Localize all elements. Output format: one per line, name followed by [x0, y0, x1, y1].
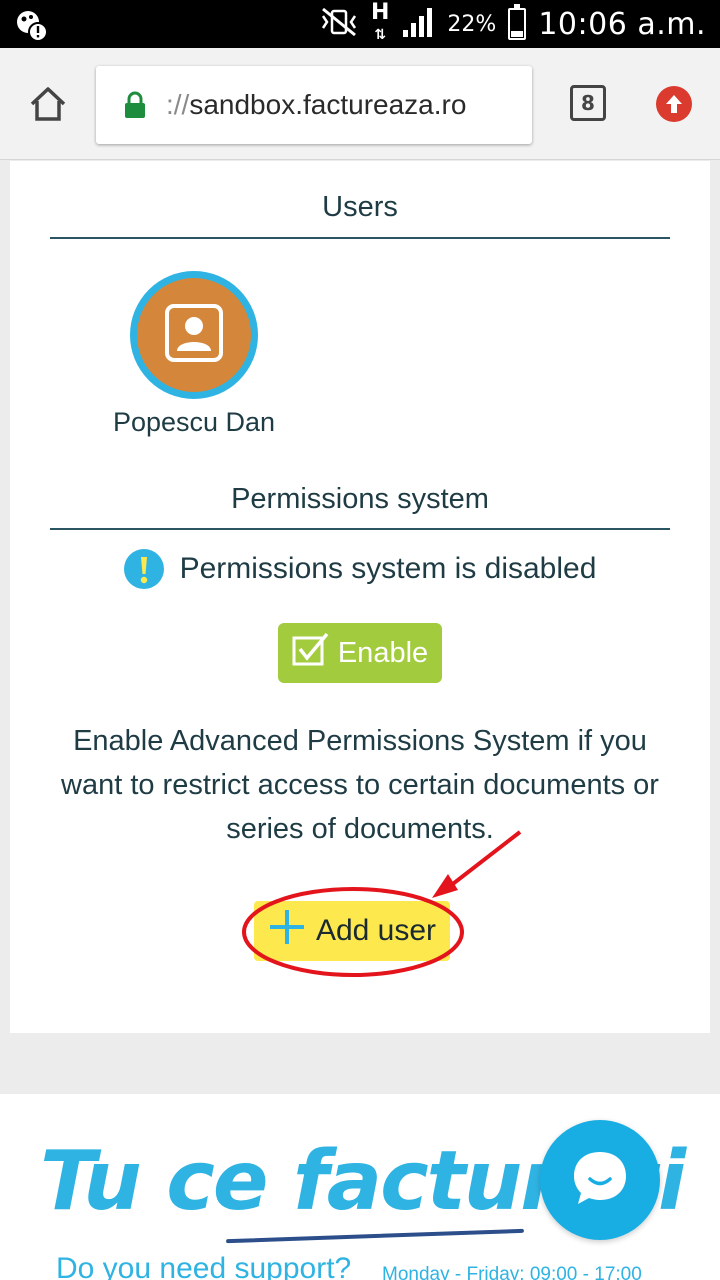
permissions-status-notice: Permissions system is disabled — [50, 549, 670, 589]
battery-percent: 22% — [447, 11, 497, 37]
user-name[interactable]: Popescu Dan — [94, 407, 294, 438]
signal-strength-icon — [401, 6, 435, 42]
permissions-section-title: Permissions system — [231, 483, 489, 515]
url-host: sandbox.factureaza.ro — [189, 89, 467, 120]
permissions-description: Enable Advanced Permissions System if yo… — [61, 725, 659, 845]
plus-icon — [268, 908, 306, 954]
address-bar[interactable]: :// sandbox.factureaza.ro — [96, 66, 532, 144]
permissions-status-text: Permissions system is disabled — [179, 552, 597, 585]
brand-underline — [226, 1228, 524, 1244]
network-type-icon: H ⇅ — [371, 0, 390, 44]
notification-alert-icon — [14, 8, 48, 42]
avatar[interactable] — [130, 271, 258, 399]
update-arrow-icon[interactable] — [656, 86, 692, 122]
url-scheme: :// — [166, 89, 190, 120]
users-section-title: Users — [322, 191, 398, 223]
battery-icon — [508, 4, 527, 40]
checkbox-check-icon — [292, 632, 330, 674]
divider — [50, 237, 670, 239]
home-icon[interactable] — [28, 84, 68, 124]
vibrate-mute-icon — [319, 7, 359, 41]
clock: 10:06 a.m. — [538, 6, 706, 42]
add-user-button[interactable]: Add user — [254, 901, 450, 961]
chat-button[interactable] — [540, 1120, 660, 1240]
support-hours: Monday - Friday: 09:00 - 17:00 — [382, 1264, 642, 1280]
enable-permissions-button[interactable]: Enable — [278, 623, 442, 683]
settings-card: Users Popescu Dan Permissions system Per… — [10, 161, 710, 1033]
exclamation-icon — [123, 549, 164, 589]
support-text[interactable]: Do you need support? — [56, 1252, 351, 1280]
add-user-label: Add user — [315, 914, 437, 947]
status-indicators: H ⇅ 22% 10:06 a.m. — [319, 0, 706, 48]
enable-label: Enable — [337, 636, 429, 669]
chat-bubble-icon — [568, 1146, 632, 1215]
tab-switcher-button[interactable]: 8 — [570, 85, 606, 121]
status-bar: H ⇅ 22% 10:06 a.m. — [0, 0, 720, 48]
divider — [50, 528, 670, 530]
browser-toolbar: :// sandbox.factureaza.ro 8 — [0, 48, 720, 160]
user-profile-icon — [164, 303, 224, 368]
lock-icon — [124, 91, 146, 119]
